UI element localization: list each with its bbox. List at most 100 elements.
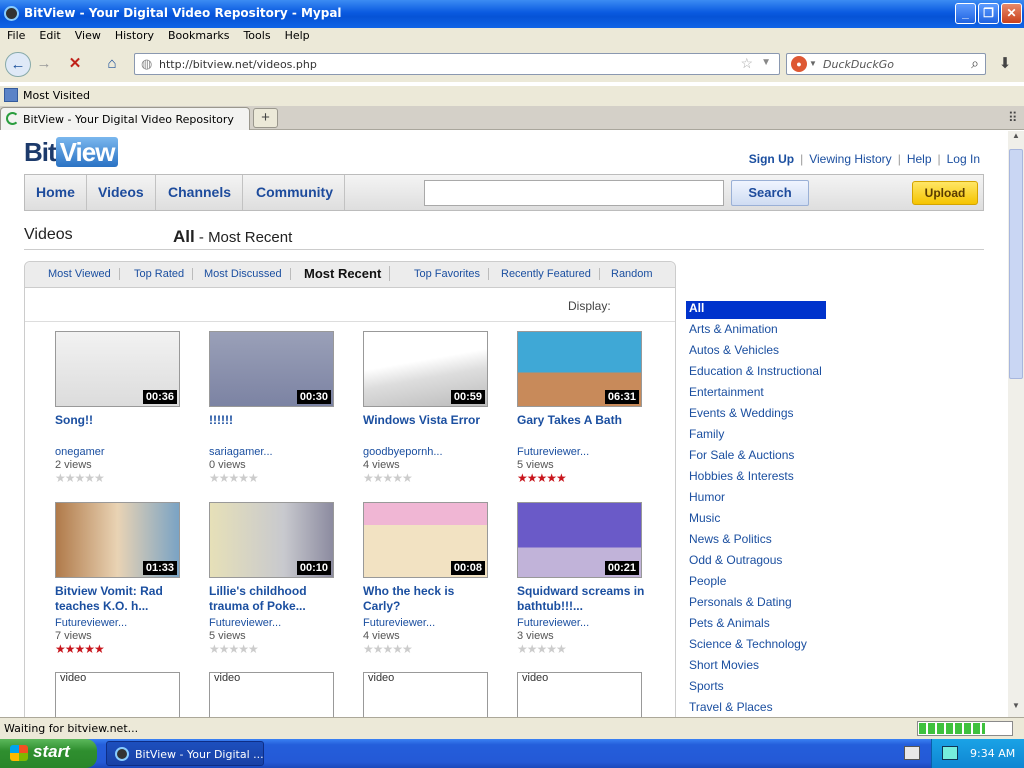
category-personals-dating[interactable]: Personals & Dating (689, 595, 792, 613)
category-humor[interactable]: Humor (689, 490, 725, 508)
scroll-thumb[interactable] (1009, 149, 1023, 379)
category-travel-places[interactable]: Travel & Places (689, 700, 773, 717)
search-icon[interactable]: ⌕ (971, 55, 979, 72)
video-thumbnail[interactable]: 00:10 (209, 502, 334, 578)
close-window-button[interactable]: ✕ (1001, 3, 1022, 24)
video-title-link[interactable]: Bitview Vomit: Rad teaches K.O. h... (55, 584, 185, 614)
category-arts-animation[interactable]: Arts & Animation (689, 322, 778, 340)
video-thumbnail[interactable]: 00:21 (517, 502, 642, 578)
scroll-down-icon[interactable]: ▼ (1009, 701, 1023, 717)
tab-bitview[interactable]: BitView - Your Digital Video Repository (0, 107, 250, 130)
category-autos-vehicles[interactable]: Autos & Vehicles (689, 343, 779, 361)
vertical-scrollbar[interactable]: ▲ ▼ (1008, 131, 1024, 717)
menu-edit[interactable]: Edit (32, 28, 67, 42)
help-link[interactable]: Help (904, 152, 935, 166)
category-education-instructional[interactable]: Education & Instructional (689, 364, 822, 382)
tab-most-discussed[interactable]: Most Discussed (196, 268, 291, 280)
video-placeholder[interactable]: video (209, 672, 334, 717)
duckduckgo-icon[interactable]: ● (791, 56, 807, 72)
restore-button[interactable]: ❐ (978, 3, 999, 24)
network-icon[interactable] (942, 746, 958, 760)
category-hobbies-interests[interactable]: Hobbies & Interests (689, 469, 794, 487)
category-music[interactable]: Music (689, 511, 720, 529)
tab-list-icon[interactable]: ⠿ (1008, 110, 1018, 126)
video-thumbnail[interactable]: 00:36 (55, 331, 180, 407)
keyboard-icon[interactable] (904, 746, 920, 760)
video-title-link[interactable]: Lillie's childhood trauma of Poke... (209, 584, 339, 614)
most-visited-link[interactable]: Most Visited (23, 89, 90, 102)
url-dropdown-icon[interactable]: ▼ (761, 57, 771, 68)
video-uploader-link[interactable]: Futureviewer... (363, 617, 435, 629)
category-events-weddings[interactable]: Events & Weddings (689, 406, 794, 424)
video-placeholder[interactable]: video (363, 672, 488, 717)
video-uploader-link[interactable]: onegamer (55, 446, 105, 458)
stop-icon[interactable]: ✕ (62, 52, 88, 77)
menu-history[interactable]: History (108, 28, 161, 42)
category-short-movies[interactable]: Short Movies (689, 658, 759, 676)
category-odd-outragous[interactable]: Odd & Outragous (689, 553, 782, 571)
bookmark-star-icon[interactable]: ☆ (740, 55, 753, 72)
scroll-up-icon[interactable]: ▲ (1009, 131, 1023, 147)
video-thumbnail[interactable]: 00:59 (363, 331, 488, 407)
home-icon[interactable]: ⌂ (98, 52, 126, 77)
category-people[interactable]: People (689, 574, 726, 592)
tab-random[interactable]: Random (603, 268, 661, 280)
search-button[interactable]: Search (731, 180, 809, 206)
browser-search-box[interactable]: ● ▼ DuckDuckGo ⌕ (786, 53, 986, 75)
url-bar[interactable]: ◍ http://bitview.net/videos.php ☆ ▼ (134, 53, 780, 75)
video-thumbnail[interactable]: 00:30 (209, 331, 334, 407)
menu-view[interactable]: View (68, 28, 108, 42)
video-title-link[interactable]: Gary Takes A Bath (517, 413, 647, 428)
taskbar-item-bitview[interactable]: BitView - Your Digital ... (106, 741, 264, 766)
category-pets-animals[interactable]: Pets & Animals (689, 616, 770, 634)
tab-most-recent[interactable]: Most Recent (296, 266, 391, 281)
video-title-link[interactable]: Who the heck is Carly? (363, 584, 493, 614)
category-news-politics[interactable]: News & Politics (689, 532, 772, 550)
video-placeholder[interactable]: video (517, 672, 642, 717)
nav-home[interactable]: Home (25, 175, 87, 210)
video-placeholder[interactable]: video (55, 672, 180, 717)
viewing-history-link[interactable]: Viewing History (806, 152, 894, 166)
new-tab-button[interactable]: + (253, 108, 278, 128)
menu-file[interactable]: File (0, 28, 32, 42)
video-title-link[interactable]: Squidward screams in bathtub!!!... (517, 584, 647, 614)
site-search-input[interactable] (424, 180, 724, 206)
menu-help[interactable]: Help (278, 28, 317, 42)
category-all[interactable]: All (686, 301, 826, 319)
category-entertainment[interactable]: Entertainment (689, 385, 764, 403)
video-uploader-link[interactable]: Futureviewer... (517, 617, 589, 629)
nav-videos[interactable]: Videos (87, 175, 156, 210)
tab-top-favorites[interactable]: Top Favorites (406, 268, 490, 280)
video-thumbnail[interactable]: 06:31 (517, 331, 642, 407)
start-button[interactable]: start (0, 739, 97, 768)
sign-up-link[interactable]: Sign Up (746, 152, 797, 166)
video-title-link[interactable]: Windows Vista Error (363, 413, 493, 428)
bitview-logo[interactable]: Bit View (24, 137, 119, 168)
nav-community[interactable]: Community (245, 175, 345, 210)
video-uploader-link[interactable]: sariagamer... (209, 446, 273, 458)
video-uploader-link[interactable]: Futureviewer... (209, 617, 281, 629)
video-uploader-link[interactable]: goodbyepornh... (363, 446, 443, 458)
tab-most-viewed[interactable]: Most Viewed (40, 268, 120, 280)
tab-recently-featured[interactable]: Recently Featured (493, 268, 600, 280)
category-for-sale-auctions[interactable]: For Sale & Auctions (689, 448, 794, 466)
upload-button[interactable]: Upload (912, 181, 978, 205)
category-science-technology[interactable]: Science & Technology (689, 637, 807, 655)
download-icon[interactable]: ⬇ (992, 52, 1018, 77)
menu-bookmarks[interactable]: Bookmarks (161, 28, 236, 42)
log-in-link[interactable]: Log In (944, 152, 983, 166)
video-thumbnail[interactable]: 00:08 (363, 502, 488, 578)
video-thumbnail[interactable]: 01:33 (55, 502, 180, 578)
minimize-button[interactable]: _ (955, 3, 976, 24)
menu-tools[interactable]: Tools (236, 28, 277, 42)
category-family[interactable]: Family (689, 427, 724, 445)
video-uploader-link[interactable]: Futureviewer... (55, 617, 127, 629)
video-uploader-link[interactable]: Futureviewer... (517, 446, 589, 458)
video-title-link[interactable]: !!!!!! (209, 413, 339, 428)
nav-channels[interactable]: Channels (157, 175, 244, 210)
forward-arrow-icon[interactable]: → (33, 52, 55, 77)
category-sports[interactable]: Sports (689, 679, 724, 697)
video-title-link[interactable]: Song!! (55, 413, 185, 428)
engine-dropdown-icon[interactable]: ▼ (809, 59, 817, 68)
tab-top-rated[interactable]: Top Rated (126, 268, 194, 280)
